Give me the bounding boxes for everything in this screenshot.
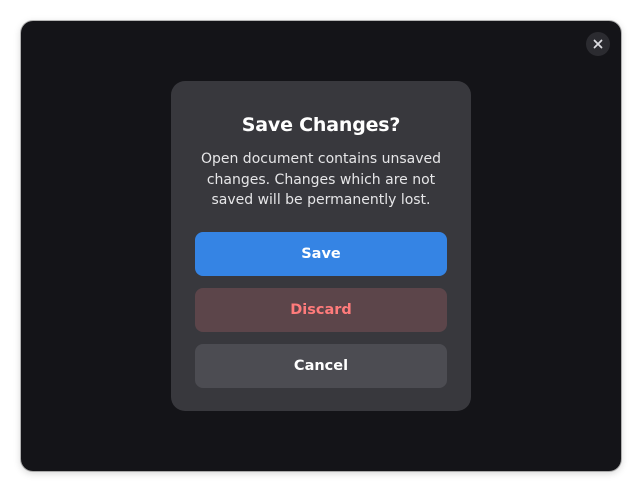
dialog-title: Save Changes? [241, 114, 401, 136]
save-button[interactable]: Save [195, 231, 447, 276]
dialog-message: Open document contains unsaved changes. … [200, 151, 442, 208]
save-changes-dialog: Save Changes? Open document contains uns… [171, 81, 471, 411]
cancel-button-label: Cancel [293, 357, 349, 374]
close-icon [593, 39, 603, 49]
cancel-button[interactable]: Cancel [195, 343, 447, 388]
discard-button[interactable]: Discard [195, 287, 447, 332]
save-button-label: Save [301, 245, 341, 262]
discard-button-label: Discard [290, 301, 352, 318]
window-close-button[interactable] [586, 32, 610, 56]
app-window: Save Changes? Open document contains uns… [21, 21, 621, 471]
